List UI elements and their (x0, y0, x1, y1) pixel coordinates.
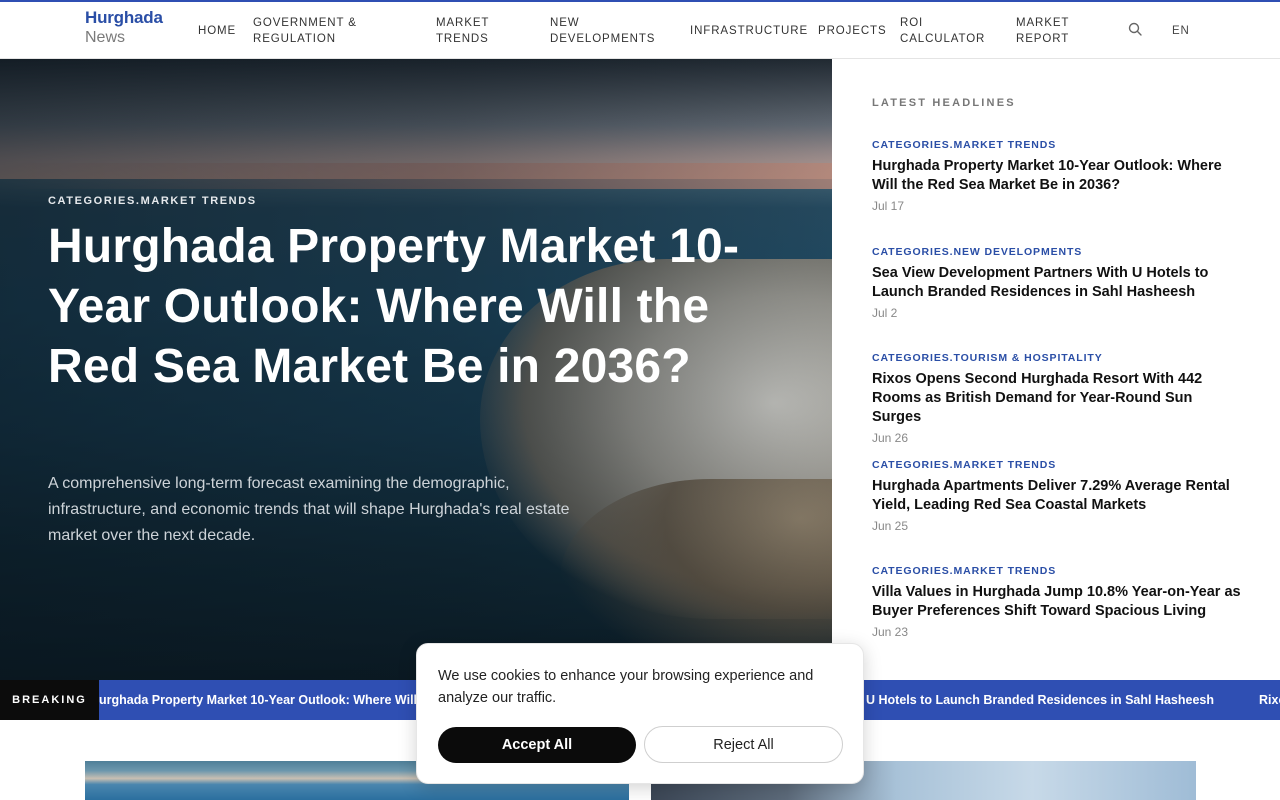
nav-market-report-label-2: REPORT (1016, 32, 1070, 45)
hero-title[interactable]: Hurghada Property Market 10-Year Outlook… (48, 217, 748, 397)
hero-description: A comprehensive long-term forecast exami… (48, 475, 570, 544)
headline-date: Jun 23 (872, 625, 909, 639)
hero-featured-article[interactable]: CATEGORIES.MARKET TRENDS Hurghada Proper… (0, 59, 832, 680)
nav-infrastructure-label: INFRASTRUCTURE (690, 24, 809, 37)
nav-market-report[interactable]: MARKET REPORT (1016, 2, 1069, 59)
nav-government-label-2: REGULATION (253, 32, 336, 45)
latest-headlines-sidebar: LATEST HEADLINES CATEGORIES.MARKET TREND… (832, 59, 1280, 680)
nav-new-dev-label-2: DEVELOPMENTS (550, 32, 656, 45)
nav-market-trends-label-1: MARKET (436, 16, 490, 29)
sidebar-title: LATEST HEADLINES (872, 97, 1016, 109)
headline-item[interactable]: CATEGORIES.TOURISM & HOSPITALITY Rixos O… (872, 352, 1244, 445)
breaking-label: BREAKING (0, 680, 99, 720)
nav-market-trends[interactable]: MARKET TRENDS (436, 2, 489, 59)
nav-new-dev-label-1: NEW (550, 16, 580, 29)
nav-infrastructure[interactable]: INFRASTRUCTURE (690, 2, 808, 59)
headline-date: Jun 26 (872, 431, 909, 445)
accept-all-button[interactable]: Accept All (438, 727, 636, 763)
breaking-ticker-item[interactable]: U Hotels to Launch Branded Residences in… (866, 680, 1214, 720)
logo-name: Hurghada (85, 8, 163, 27)
nav-government-label-1: GOVERNMENT & (253, 16, 357, 29)
nav-new-developments[interactable]: NEW DEVELOPMENTS (550, 2, 655, 59)
headline-title: Sea View Development Partners With U Hot… (872, 265, 1209, 300)
nav-roi-calculator[interactable]: ROI CALCULATOR (900, 2, 985, 59)
breaking-ticker-item[interactable]: Rixo (1259, 680, 1280, 720)
headline-date: Jul 2 (872, 306, 898, 320)
nav-projects-label: PROJECTS (818, 24, 887, 37)
nav-home[interactable]: HOME (198, 2, 236, 59)
search-button[interactable] (1128, 22, 1146, 40)
headline-item[interactable]: CATEGORIES.MARKET TRENDS Hurghada Proper… (872, 139, 1244, 213)
headline-date: Jun 25 (872, 519, 909, 533)
headline-title: Hurghada Apartments Deliver 7.29% Averag… (872, 478, 1230, 513)
search-icon (1128, 22, 1142, 36)
headline-date: Jul 17 (872, 199, 905, 213)
hero-category[interactable]: CATEGORIES.MARKET TRENDS (48, 195, 257, 207)
headline-title: Villa Values in Hurghada Jump 10.8% Year… (872, 584, 1241, 619)
headline-item[interactable]: CATEGORIES.MARKET TRENDS Villa Values in… (872, 565, 1244, 639)
headline-title: Rixos Opens Second Hurghada Resort With … (872, 371, 1203, 425)
logo-sub: News (85, 29, 126, 46)
headline-category: CATEGORIES.MARKET TRENDS (872, 565, 1057, 577)
headline-title: Hurghada Property Market 10-Year Outlook… (872, 158, 1222, 193)
cookie-message: We use cookies to enhance your browsing … (438, 668, 814, 706)
nav-roi-label-1: ROI (900, 16, 924, 29)
cookie-consent-banner: We use cookies to enhance your browsing … (416, 643, 864, 784)
nav-market-trends-label-2: TRENDS (436, 32, 489, 45)
language-switcher[interactable]: EN (1172, 2, 1190, 59)
site-logo[interactable]: Hurghada News (85, 9, 163, 46)
site-header: Hurghada News HOME GOVERNMENT & REGULATIO… (0, 2, 1280, 59)
nav-roi-label-2: CALCULATOR (900, 32, 986, 45)
nav-home-label: HOME (198, 24, 237, 37)
nav-market-report-label-1: MARKET (1016, 16, 1070, 29)
nav-government-regulation[interactable]: GOVERNMENT & REGULATION (253, 2, 357, 59)
headline-category: CATEGORIES.MARKET TRENDS (872, 459, 1057, 471)
headline-category: CATEGORIES.TOURISM & HOSPITALITY (872, 352, 1103, 364)
headline-item[interactable]: CATEGORIES.NEW DEVELOPMENTS Sea View Dev… (872, 246, 1244, 320)
headline-category: CATEGORIES.MARKET TRENDS (872, 139, 1057, 151)
reject-all-button[interactable]: Reject All (644, 726, 843, 763)
nav-projects[interactable]: PROJECTS (818, 2, 887, 59)
headline-item[interactable]: CATEGORIES.MARKET TRENDS Hurghada Apartm… (872, 459, 1244, 533)
headline-category: CATEGORIES.NEW DEVELOPMENTS (872, 246, 1083, 258)
